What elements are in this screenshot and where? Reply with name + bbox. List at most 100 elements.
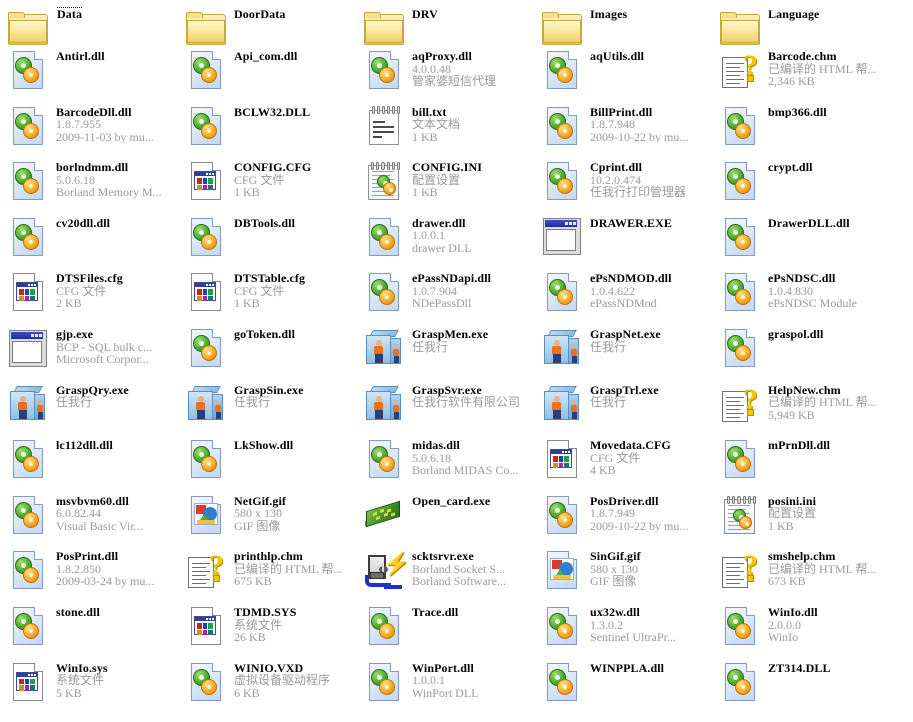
file-item[interactable]: Open_card.exe [362, 493, 540, 548]
file-item[interactable]: WINIO.VXD 虚拟设备驱动程序 6 KB [184, 660, 362, 715]
file-item[interactable]: ePsNDMOD.dll 1.0.4.622 ePassNDMod [540, 270, 718, 325]
file-name[interactable]: WINPPLA.dll [590, 662, 664, 675]
file-item[interactable]: PosDriver.dll 1.8.7.949 2009-10-22 by mu..… [540, 493, 718, 548]
file-item[interactable]: GraspMen.exe 任我行 [362, 326, 540, 381]
file-name[interactable]: Trace.dll [412, 606, 458, 619]
file-name[interactable]: mPrnDll.dll [768, 439, 830, 452]
file-name[interactable]: Open_card.exe [412, 495, 490, 508]
file-item[interactable]: ux32w.dll 1.3.0.2 Sentinel UltraPr... [540, 604, 718, 659]
file-name[interactable]: TDMD.SYS [234, 606, 296, 619]
file-name[interactable]: DRAWER.EXE [590, 217, 672, 230]
file-item[interactable]: posini.ini 配置设置 1 KB [718, 493, 896, 548]
file-name[interactable]: WinIo.dll [768, 606, 818, 619]
file-item[interactable]: ePsNDSC.dll 1.0.4.830 ePsNDSC Module [718, 270, 896, 325]
file-item[interactable]: GraspTrl.exe 任我行 [540, 382, 718, 437]
file-item[interactable]: ⚡ scktsrvr.exe Borland Socket S... Borland … [362, 548, 540, 603]
file-name[interactable]: DrawerDLL.dll [768, 217, 850, 230]
file-item[interactable]: gjp.exe BCP - SQL bulk c... Microsoft Corp… [6, 326, 184, 381]
file-name[interactable]: Barcode.chm [768, 50, 877, 63]
file-name[interactable]: Api_com.dll [234, 50, 297, 63]
file-item[interactable]: DTSTable.cfg CFG 文件 1 KB [184, 270, 362, 325]
file-item[interactable]: WINPPLA.dll [540, 660, 718, 715]
file-name[interactable]: GraspMen.exe [412, 328, 488, 341]
file-name[interactable]: CONFIG.INI [412, 161, 482, 174]
file-name[interactable]: DBTools.dll [234, 217, 295, 230]
file-item[interactable]: midas.dll 5.0.6.18 Borland MIDAS Co... [362, 437, 540, 492]
file-item[interactable]: msvbvm60.dll 6.0.82.44 Visual Basic Vir... [6, 493, 184, 548]
file-item[interactable]: DBTools.dll [184, 215, 362, 270]
file-item[interactable]: ZT314.DLL [718, 660, 896, 715]
file-item[interactable]: LkShow.dll [184, 437, 362, 492]
file-item[interactable]: lc112dll.dll [6, 437, 184, 492]
file-list-grid[interactable]: Data DoorData DRV Images Language Antirl.dll A… [0, 0, 913, 722]
file-item[interactable]: aqUtils.dll [540, 48, 718, 103]
file-item[interactable]: GraspNet.exe 任我行 [540, 326, 718, 381]
file-item[interactable]: DTSFiles.cfg CFG 文件 2 KB [6, 270, 184, 325]
file-name[interactable]: aqProxy.dll [412, 50, 496, 63]
file-name[interactable]: GraspNet.exe [590, 328, 661, 341]
file-name[interactable]: lc112dll.dll [56, 439, 113, 452]
file-item[interactable]: CONFIG.CFG CFG 文件 1 KB [184, 159, 362, 214]
file-name[interactable]: Cprint.dll [590, 161, 686, 174]
file-item[interactable]: TDMD.SYS 系统文件 26 KB [184, 604, 362, 659]
file-item[interactable]: goToken.dll [184, 326, 362, 381]
file-name[interactable]: goToken.dll [234, 328, 295, 341]
file-item[interactable]: ? HelpNew.chm 已编译的 HTML 帮... 5,949 KB [718, 382, 896, 437]
file-item[interactable]: CONFIG.INI 配置设置 1 KB [362, 159, 540, 214]
file-name[interactable]: BCLW32.DLL [234, 106, 310, 119]
file-item[interactable]: GraspQry.exe 任我行 [6, 382, 184, 437]
file-name[interactable]: midas.dll [412, 439, 518, 452]
file-item[interactable]: SinGif.gif 580 x 130 GIF 图像 [540, 548, 718, 603]
file-name[interactable]: LkShow.dll [234, 439, 293, 452]
file-name[interactable]: ux32w.dll [590, 606, 676, 619]
file-item[interactable]: drawer.dll 1.0.0.1 drawer DLL [362, 215, 540, 270]
file-item[interactable]: bmp366.dll [718, 104, 896, 159]
file-item[interactable]: Trace.dll [362, 604, 540, 659]
file-name[interactable]: Antirl.dll [56, 50, 105, 63]
file-item[interactable]: WinIo.sys 系统文件 5 KB [6, 660, 184, 715]
file-item[interactable]: WinPort.dll 1.0.0.1 WinPort DLL [362, 660, 540, 715]
file-name[interactable]: Movedata.CFG [590, 439, 671, 452]
file-name[interactable]: stone.dll [56, 606, 100, 619]
file-item[interactable]: GraspSvr.exe 任我行软件有限公司 [362, 382, 540, 437]
file-item[interactable]: BarcodeDll.dll 1.8.7.955 2009-11-03 by mu.… [6, 104, 184, 159]
file-name[interactable]: borlndmm.dll [56, 161, 162, 174]
file-name[interactable]: aqUtils.dll [590, 50, 644, 63]
file-name[interactable]: graspol.dll [768, 328, 823, 341]
file-item[interactable]: BCLW32.DLL [184, 104, 362, 159]
file-item[interactable]: Antirl.dll [6, 48, 184, 103]
file-item[interactable]: stone.dll [6, 604, 184, 659]
file-item[interactable]: aqProxy.dll 4.0.0.48 管家婆短信代理 [362, 48, 540, 103]
file-name[interactable]: DRV [412, 8, 438, 21]
file-name[interactable]: gjp.exe [56, 328, 152, 341]
file-item[interactable]: mPrnDll.dll [718, 437, 896, 492]
file-name[interactable]: Images [590, 8, 627, 21]
file-item[interactable]: ? smshelp.chm 已编译的 HTML 帮... 673 KB [718, 548, 896, 603]
file-name[interactable]: Language [768, 8, 819, 21]
file-item[interactable]: Api_com.dll [184, 48, 362, 103]
file-item[interactable]: bill.txt 文本文档 1 KB [362, 104, 540, 159]
file-item[interactable]: ? Barcode.chm 已编译的 HTML 帮... 2,346 KB [718, 48, 896, 103]
file-item[interactable]: NetGif.gif 580 x 130 GIF 图像 [184, 493, 362, 548]
file-item[interactable]: ePassNDapi.dll 1.0.7.904 NDePassDll [362, 270, 540, 325]
file-name[interactable]: bmp366.dll [768, 106, 827, 119]
file-item[interactable]: crypt.dll [718, 159, 896, 214]
file-item[interactable]: ? printhlp.chm 已编译的 HTML 帮... 675 KB [184, 548, 362, 603]
file-item[interactable]: Cprint.dll 10.2.0.474 任我行打印管理器 [540, 159, 718, 214]
file-name[interactable]: crypt.dll [768, 161, 813, 174]
file-item[interactable]: DrawerDLL.dll [718, 215, 896, 270]
file-name[interactable]: DoorData [234, 8, 285, 21]
file-item[interactable]: Movedata.CFG CFG 文件 4 KB [540, 437, 718, 492]
file-name[interactable]: Data [56, 7, 84, 21]
file-item[interactable]: BillPrint.dll 1.8.7.948 2009-10-22 by mu..… [540, 104, 718, 159]
file-item[interactable]: graspol.dll [718, 326, 896, 381]
file-item[interactable]: GraspSin.exe 任我行 [184, 382, 362, 437]
file-item[interactable]: DRAWER.EXE [540, 215, 718, 270]
file-item[interactable]: WinIo.dll 2.0.0.0 WinIo [718, 604, 896, 659]
file-item[interactable]: PosPrint.dll 1.8.2.850 2009-03-24 by mu... [6, 548, 184, 603]
file-name[interactable]: CONFIG.CFG [234, 161, 311, 174]
file-item[interactable]: borlndmm.dll 5.0.6.18 Borland Memory M... [6, 159, 184, 214]
file-name[interactable]: cv20dll.dll [56, 217, 110, 230]
file-name[interactable]: ZT314.DLL [768, 662, 831, 675]
file-item[interactable]: cv20dll.dll [6, 215, 184, 270]
